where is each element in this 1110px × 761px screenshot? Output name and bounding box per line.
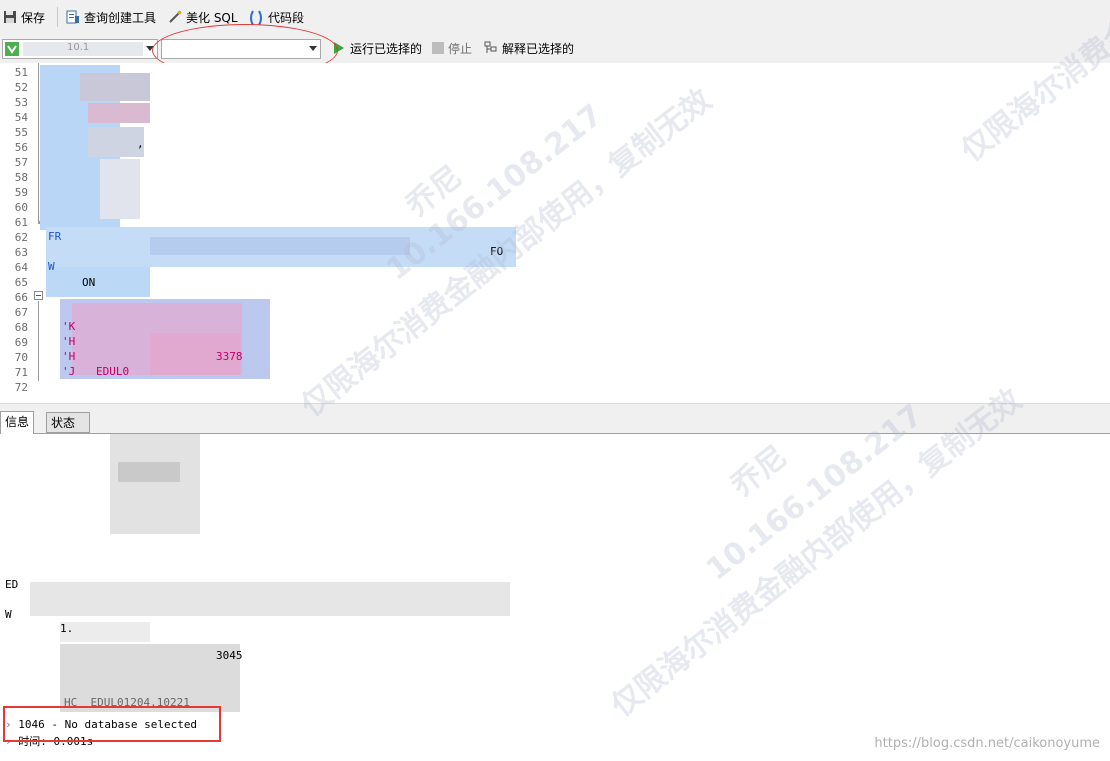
line-number: 66 [14,291,28,304]
save-label: 保存 [21,10,46,25]
line-number: 69 [14,336,28,349]
code-string: EDUL0 [96,365,130,378]
query-builder-button[interactable]: 查询创建工具 [66,8,156,26]
line-number: 53 [14,96,28,109]
toolbar-divider [57,7,58,27]
line-number: 57 [14,156,28,169]
code-snippet-icon [248,10,264,26]
code-string: 'K [62,320,76,333]
explain-icon [484,41,498,55]
obscured-code-block [88,103,150,123]
obscured-output-block [30,582,510,616]
output-fragment: W [5,608,12,621]
fold-toggle[interactable] [34,291,43,300]
code-fragment: ON [82,276,96,289]
explain-selected-button[interactable]: 解释已选择的 [484,39,574,57]
result-tabs: 信息 状态 [0,409,1110,434]
line-number: 68 [14,321,28,334]
line-number: 58 [14,171,28,184]
code-fragment: FO [490,245,504,258]
line-number: 62 [14,231,28,244]
stop-label: 停止 [448,41,473,56]
connection-icon [5,42,19,59]
obscured-code-block [80,73,150,101]
line-number: 70 [14,351,28,364]
obscured-code-block [46,267,150,297]
output-fragment: 1. [60,622,74,635]
save-button[interactable]: 保存 [3,8,45,26]
code-string: 3378 [216,350,243,363]
sql-editor[interactable]: 51 52 53 54 55 56 57 58 59 60 61 62 63 64 65 66 67 68 69 70… [0,63,1110,403]
obscured-output-block [60,622,150,642]
line-number: 71 [14,366,28,379]
line-number: 60 [14,201,28,214]
line-number-gutter: 51 52 53 54 55 56 57 58 59 60 61 62 63 64 65 66 67 68 69 70… [0,63,34,394]
stop-icon [432,42,444,54]
output-fragment: 3045 [216,649,243,662]
query-builder-icon [66,10,80,24]
main-toolbar: 保存 查询创建工具 美化 SQL 代码段 [0,0,1110,33]
magic-wand-icon [168,10,182,24]
code-keyword: FR [48,230,62,243]
line-number: 52 [14,81,28,94]
obscured-code-block [100,159,140,219]
connection-value: 10.1 [67,42,90,53]
line-number: 56 [14,141,28,154]
run-selected-button[interactable]: 运行已选择的 [332,39,422,57]
code-string: 'H [62,350,76,363]
line-number: 72 [14,381,28,394]
line-number: 51 [14,66,28,79]
output-fragment: ED [5,578,19,591]
code-keyword: W [48,260,55,273]
connection-select[interactable]: 10.1 [2,39,158,59]
blog-url-watermark: https://blog.csdn.net/caikonoyume [874,736,1100,751]
fold-guide [38,301,39,381]
fold-guide [38,63,39,221]
beautify-sql-label: 美化 SQL [186,10,238,25]
line-number: 54 [14,111,28,124]
error-highlight-box [3,706,221,742]
line-number: 64 [14,261,28,274]
save-icon [3,10,17,24]
query-builder-label: 查询创建工具 [84,10,157,25]
code-string: 'J [62,365,76,378]
explain-selected-label: 解释已选择的 [502,41,575,56]
line-number: 63 [14,246,28,259]
tab-info[interactable]: 信息 [0,411,35,434]
code-fragment: , [137,137,144,150]
obscured-code-block [88,127,144,157]
line-number: 59 [14,186,28,199]
obscured-output-block [110,434,200,534]
obscured-output-block [118,462,180,482]
run-selected-label: 运行已选择的 [350,41,423,56]
obscured-code-block [150,237,410,255]
line-number: 61 [14,216,28,229]
line-number: 55 [14,126,28,139]
line-number: 67 [14,306,28,319]
tab-status[interactable]: 状态 [46,412,90,433]
line-number: 65 [14,276,28,289]
code-snippet-label: 代码段 [268,10,305,25]
stop-button[interactable]: 停止 [432,39,472,57]
code-string: 'H [62,335,76,348]
beautify-sql-button[interactable]: 美化 SQL [168,8,238,26]
